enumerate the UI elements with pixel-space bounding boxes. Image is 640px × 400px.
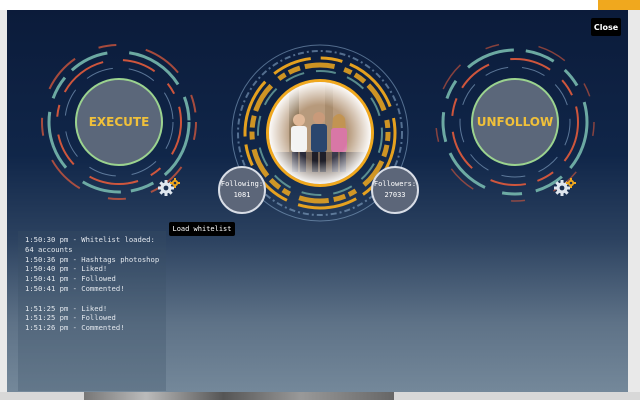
- following-count: 1081: [233, 191, 251, 199]
- background-page-header: [0, 0, 640, 10]
- unfollow-button[interactable]: UNFOLLOW: [471, 78, 559, 166]
- followers-label: Followers:: [373, 180, 417, 188]
- following-stat: Following: 1081: [218, 166, 266, 214]
- unfollow-label: UNFOLLOW: [476, 115, 554, 129]
- following-label: Following:: [220, 180, 264, 188]
- log-spacer: [25, 294, 165, 304]
- profile-avatar: [266, 79, 374, 187]
- followers-count: 27033: [384, 191, 406, 199]
- profile-photo-icon: [269, 82, 371, 184]
- background-page-content: [0, 392, 640, 400]
- log-entry: 1:50:41 pm - Commented!: [25, 283, 125, 293]
- execute-button[interactable]: EXECUTE: [75, 78, 163, 166]
- log-entry: 1:50:36 pm - Hashtags photoshop: [25, 254, 160, 264]
- background-accent-bar: [598, 0, 640, 10]
- execute-settings-gear-icon[interactable]: [158, 178, 180, 196]
- close-button[interactable]: Close: [591, 18, 621, 36]
- bot-modal: Close EXECUTE UNFOLLOW Following: 1081 F…: [7, 10, 628, 392]
- load-whitelist-button[interactable]: Load whitelist: [169, 222, 235, 236]
- execute-label: EXECUTE: [88, 115, 150, 129]
- log-entry: 1:51:25 pm - Liked!: [25, 303, 108, 313]
- log-entry: 1:51:25 pm - Followed: [25, 313, 116, 323]
- log-entry: 1:50:30 pm - Whitelist loaded: 64 accoun…: [25, 235, 155, 254]
- log-entry: 1:50:40 pm - Liked!: [25, 264, 108, 274]
- background-photo-strip: [84, 392, 394, 400]
- followers-stat: Followers: 27033: [371, 166, 419, 214]
- log-entry: 1:50:41 pm - Followed: [25, 274, 116, 284]
- log-entry: 1:51:26 pm - Commented!: [25, 323, 125, 333]
- unfollow-settings-gear-icon[interactable]: [554, 178, 576, 196]
- activity-log: 1:50:30 pm - Whitelist loaded: 64 accoun…: [25, 235, 165, 333]
